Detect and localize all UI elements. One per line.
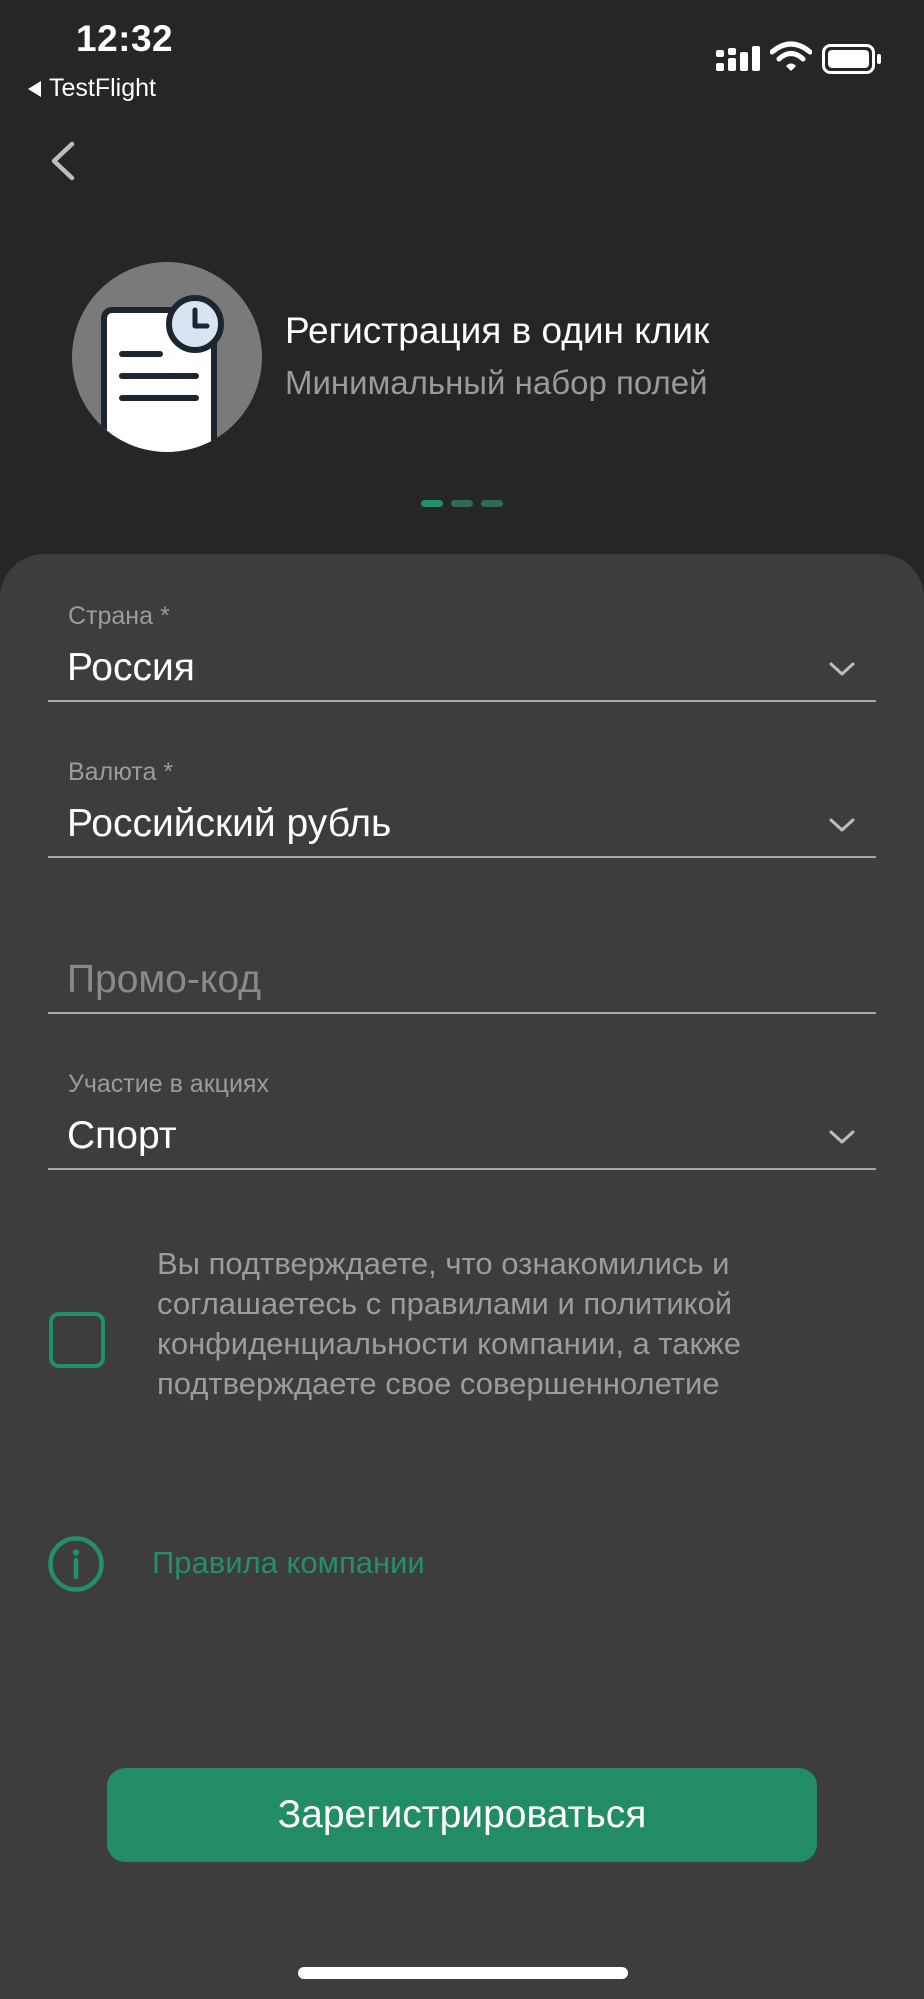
signal-icon bbox=[716, 46, 760, 71]
document-clock-icon bbox=[72, 262, 262, 452]
back-triangle-icon bbox=[28, 80, 41, 97]
page-dot bbox=[451, 500, 473, 507]
currency-label: Валюта * bbox=[68, 758, 174, 786]
status-time: 12:32 bbox=[76, 18, 174, 59]
page-dot-active bbox=[421, 500, 443, 507]
promo-code-placeholder: Промо-код bbox=[67, 958, 261, 1001]
page-indicator bbox=[421, 500, 503, 507]
country-value: Россия bbox=[67, 646, 195, 689]
hero-title: Регистрация в один клик bbox=[285, 310, 710, 351]
back-app-label: TestFlight bbox=[49, 74, 156, 102]
back-chevron-icon[interactable] bbox=[40, 136, 90, 186]
currency-value: Российский рубль bbox=[67, 802, 392, 845]
chevron-down-icon bbox=[829, 662, 855, 676]
promotions-value: Спорт bbox=[67, 1114, 177, 1157]
chevron-down-icon bbox=[829, 818, 855, 832]
consent-checkbox[interactable] bbox=[49, 1312, 105, 1368]
promotions-select[interactable]: Участие в акциях Спорт bbox=[48, 1066, 876, 1170]
back-to-app-link[interactable]: TestFlight bbox=[28, 74, 156, 103]
consent-text: Вы подтверждаете, что ознакомились и сог… bbox=[157, 1246, 742, 1401]
country-label: Страна * bbox=[68, 602, 170, 630]
battery-icon bbox=[822, 44, 881, 74]
company-rules-link[interactable]: Правила компании bbox=[152, 1545, 425, 1581]
status-bar: 12:32 TestFlight bbox=[0, 0, 924, 110]
home-indicator bbox=[298, 1967, 628, 1979]
chevron-down-icon bbox=[829, 1130, 855, 1144]
register-button[interactable]: Зарегистрироваться bbox=[107, 1768, 817, 1862]
hero-subtitle: Минимальный набор полей bbox=[285, 364, 708, 401]
promo-code-input[interactable]: Промо-код bbox=[48, 910, 876, 1014]
country-select[interactable]: Страна * Россия bbox=[48, 598, 876, 702]
page-dot bbox=[481, 500, 503, 507]
promotions-label: Участие в акциях bbox=[68, 1070, 269, 1098]
wifi-icon bbox=[770, 41, 812, 71]
currency-select[interactable]: Валюта * Российский рубль bbox=[48, 754, 876, 858]
info-icon[interactable] bbox=[47, 1535, 105, 1593]
